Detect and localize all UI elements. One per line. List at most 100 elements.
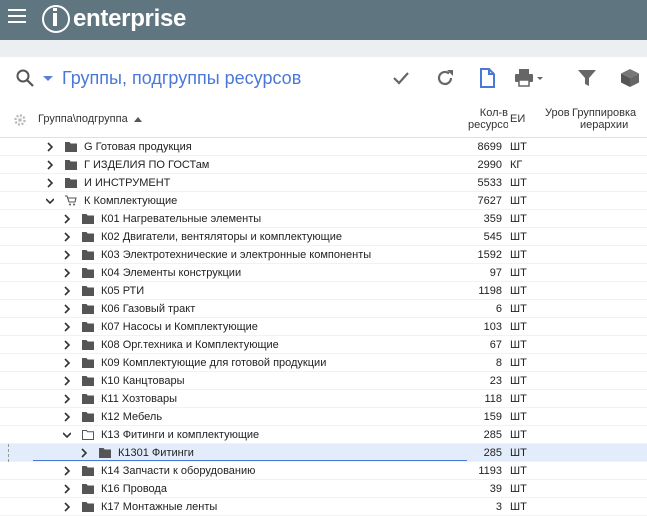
- row-name: К06 Газовый тракт: [101, 303, 196, 315]
- chevron-right-icon[interactable]: [63, 340, 71, 350]
- row-name: Г ИЗДЕЛИЯ ПО ГОСТам: [84, 159, 210, 171]
- column-header-level[interactable]: Уров: [545, 107, 570, 119]
- selection-marker: [8, 444, 9, 462]
- row-qty: 118: [484, 393, 502, 405]
- logo: enterprise: [42, 3, 186, 35]
- chevron-right-icon[interactable]: [63, 214, 71, 224]
- chevron-right-icon[interactable]: [46, 160, 54, 170]
- chevron-right-icon[interactable]: [63, 502, 71, 512]
- column-header-unit[interactable]: ЕИ: [510, 113, 525, 125]
- column-header-qty-line1: Кол-в: [479, 107, 508, 119]
- grid-header: Группа\подгруппа Кол-в ресурсов ЕИ Уров …: [0, 101, 647, 138]
- row-name: К17 Монтажные ленты: [101, 501, 218, 513]
- folder-icon: [82, 268, 94, 278]
- column-header-qty[interactable]: Кол-в ресурсов: [468, 107, 508, 131]
- row-unit: ШТ: [510, 141, 527, 153]
- tree-row[interactable]: К17 Монтажные ленты 3 ШТ: [0, 498, 647, 516]
- tree-row[interactable]: К16 Провода 39 ШТ: [0, 480, 647, 498]
- tree-row[interactable]: К09 Комплектующие для готовой продукции 8…: [0, 354, 647, 372]
- tree-row[interactable]: К02 Двигатели, вентяляторы и комплектующ…: [0, 228, 647, 246]
- tree-row[interactable]: И ИНСТРУМЕНТ 5533 ШТ: [0, 174, 647, 192]
- menu-icon[interactable]: [8, 9, 26, 23]
- chevron-right-icon[interactable]: [63, 412, 71, 422]
- tree-row[interactable]: К10 Канцтовары 23 ШТ: [0, 372, 647, 390]
- row-unit: ШТ: [510, 393, 527, 405]
- tree-row[interactable]: К13 Фитинги и комплектующие 285 ШТ: [0, 426, 647, 444]
- row-unit: ШТ: [510, 303, 527, 315]
- row-unit: ШТ: [510, 501, 527, 513]
- cube-icon[interactable]: [619, 67, 641, 89]
- chevron-right-icon[interactable]: [63, 394, 71, 404]
- chevron-right-icon[interactable]: [63, 466, 71, 476]
- tree-row[interactable]: К11 Хозтовары 118 ШТ: [0, 390, 647, 408]
- row-unit: ШТ: [510, 447, 527, 459]
- row-unit: ШТ: [510, 429, 527, 441]
- tree-row[interactable]: К04 Элементы конструкции 97 ШТ: [0, 264, 647, 282]
- print-icon[interactable]: [514, 67, 544, 89]
- column-header-grouping-line2: иерархии: [579, 119, 629, 131]
- settings-gear-icon[interactable]: [13, 113, 27, 127]
- chevron-right-icon[interactable]: [63, 376, 71, 386]
- folder-icon: [82, 286, 94, 296]
- row-unit: ШТ: [510, 339, 527, 351]
- folder-icon: [82, 250, 94, 260]
- tree-row[interactable]: К12 Мебель 159 ШТ: [0, 408, 647, 426]
- column-header-qty-line2: ресурсов: [468, 119, 508, 131]
- folder-icon: [82, 376, 94, 386]
- tree-row[interactable]: К06 Газовый тракт 6 ШТ: [0, 300, 647, 318]
- row-unit: ШТ: [510, 321, 527, 333]
- chevron-right-icon[interactable]: [80, 448, 88, 458]
- row-name: К11 Хозтовары: [101, 393, 178, 405]
- column-header-grouping-line1: Группировка: [572, 107, 637, 119]
- chevron-right-icon[interactable]: [63, 484, 71, 494]
- tree-row[interactable]: К Комплектующие 7627 ШТ: [0, 192, 647, 210]
- column-header-grouping[interactable]: Группировка иерархии: [572, 107, 636, 131]
- logo-text: enterprise: [73, 5, 187, 32]
- refresh-icon[interactable]: [434, 67, 456, 89]
- app-bar: enterprise: [0, 0, 647, 40]
- search-dropdown-icon[interactable]: [43, 76, 53, 81]
- chevron-right-icon[interactable]: [63, 358, 71, 368]
- tree-row[interactable]: К05 РТИ 1198 ШТ: [0, 282, 647, 300]
- chevron-down-icon[interactable]: [46, 196, 54, 206]
- row-qty: 7627: [477, 195, 502, 207]
- chevron-right-icon[interactable]: [63, 304, 71, 314]
- chevron-right-icon[interactable]: [63, 232, 71, 242]
- tree-row[interactable]: Г ИЗДЕЛИЯ ПО ГОСТам 2990 КГ: [0, 156, 647, 174]
- row-qty: 1592: [477, 249, 502, 261]
- tree-row[interactable]: К08 Орг.техника и Комплектующие 67 ШТ: [0, 336, 647, 354]
- row-unit: ШТ: [510, 177, 527, 189]
- chevron-down-icon[interactable]: [63, 430, 71, 440]
- chevron-right-icon[interactable]: [63, 286, 71, 296]
- search-icon[interactable]: [16, 69, 34, 87]
- folder-icon: [82, 214, 94, 224]
- row-name: G Готовая продукция: [84, 141, 192, 153]
- folder-icon: [82, 340, 94, 350]
- row-qty: 159: [483, 411, 502, 423]
- row-qty: 545: [483, 231, 502, 243]
- check-icon[interactable]: [390, 67, 412, 89]
- row-unit: ШТ: [510, 357, 527, 369]
- row-unit: ШТ: [510, 231, 527, 243]
- folder-icon: [99, 448, 111, 458]
- chevron-right-icon[interactable]: [63, 322, 71, 332]
- tree-row[interactable]: К07 Насосы и Комплектующие 103 ШТ: [0, 318, 647, 336]
- filter-icon[interactable]: [576, 67, 598, 89]
- chevron-right-icon[interactable]: [63, 268, 71, 278]
- folder-icon: [82, 322, 94, 332]
- row-unit: ШТ: [510, 213, 527, 225]
- column-header-group[interactable]: Группа\подгруппа: [38, 113, 142, 125]
- tree-row[interactable]: К03 Электротехнические и электронные ком…: [0, 246, 647, 264]
- row-qty: 2990: [477, 159, 502, 171]
- logo-icon: [42, 5, 70, 33]
- tree-row[interactable]: G Готовая продукция 8699 ШТ: [0, 138, 647, 156]
- tree-row[interactable]: К1301 Фитинги 285 ШТ: [0, 444, 647, 462]
- row-unit: ШТ: [510, 267, 527, 279]
- tree-row[interactable]: К01 Нагревательные элементы 359 ШТ: [0, 210, 647, 228]
- chevron-right-icon[interactable]: [46, 142, 54, 152]
- folder-icon: [65, 142, 77, 152]
- document-icon[interactable]: [476, 67, 498, 89]
- tree-row[interactable]: К14 Запчасти к оборудованию 1193 ШТ: [0, 462, 647, 480]
- chevron-right-icon[interactable]: [46, 178, 54, 188]
- chevron-right-icon[interactable]: [63, 250, 71, 260]
